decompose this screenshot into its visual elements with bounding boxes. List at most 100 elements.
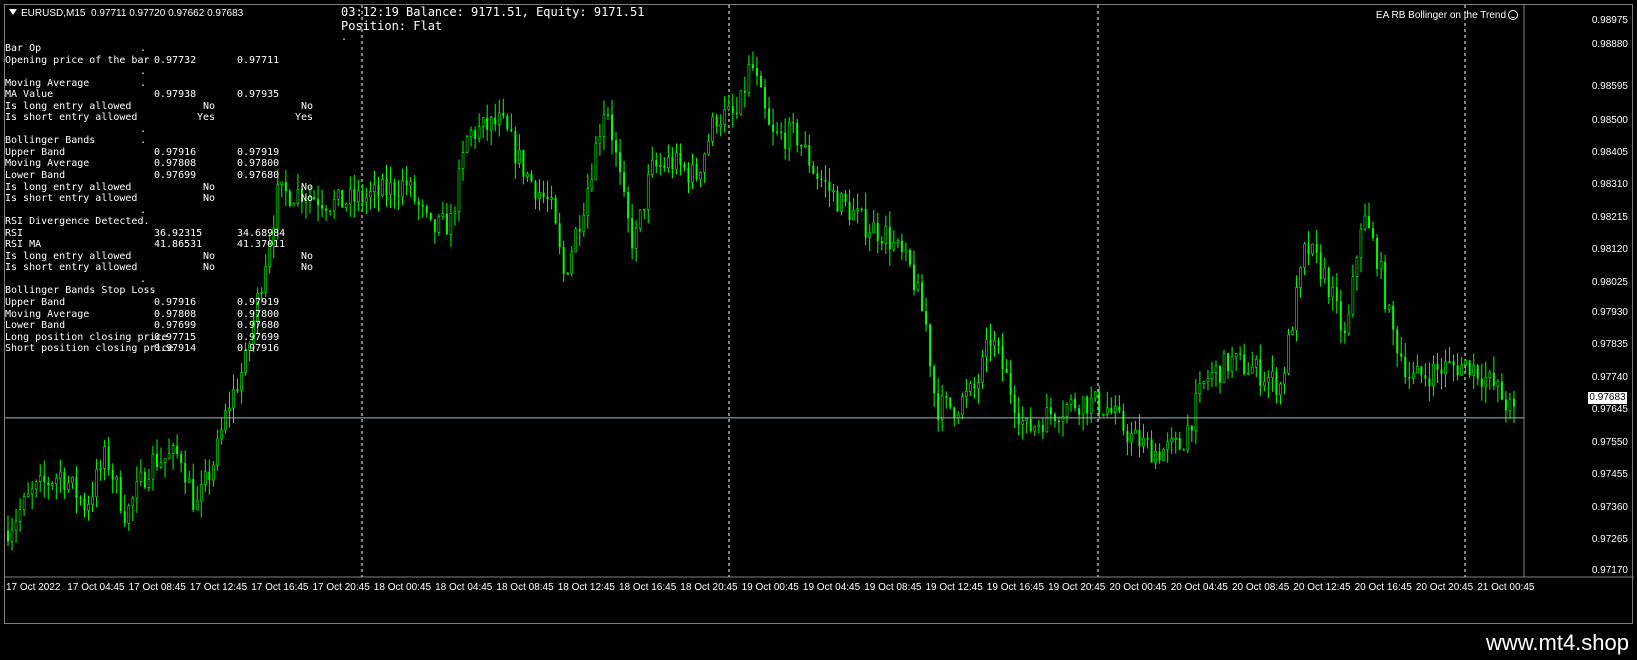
info-v2: 0.97800	[237, 158, 280, 170]
candle	[880, 236, 883, 251]
candle-body-bull	[38, 475, 42, 482]
info-label: Lower Band	[5, 320, 66, 332]
candle	[723, 96, 727, 133]
candle	[1291, 326, 1294, 336]
candle	[1468, 359, 1471, 379]
candle-body-bear	[808, 144, 811, 166]
candle-body-bull	[147, 478, 151, 488]
candle-body-bear	[751, 64, 754, 69]
candle-body-bull	[220, 429, 223, 440]
candle-body-bull	[87, 504, 90, 511]
candle	[780, 122, 783, 140]
candle	[1368, 202, 1371, 229]
candle	[1101, 413, 1105, 417]
candle	[848, 189, 851, 226]
info-label: Lower Band	[5, 170, 66, 182]
candle	[1259, 344, 1262, 396]
candle-body-bear	[615, 140, 618, 153]
dropdown-triangle-icon[interactable]	[9, 9, 17, 15]
candle-body-bull	[868, 232, 872, 238]
candle	[816, 166, 819, 190]
candle-body-bear	[611, 114, 613, 141]
candle	[477, 113, 481, 143]
candle-body-bull	[646, 174, 650, 210]
candle	[224, 403, 227, 434]
candle	[489, 115, 493, 146]
candle	[743, 76, 746, 108]
candle	[1186, 414, 1190, 454]
candle	[99, 460, 102, 481]
candle	[55, 473, 58, 500]
candle-body-bull	[856, 208, 859, 211]
candle-body-bear	[341, 190, 344, 208]
candle	[1078, 404, 1081, 426]
time-tick-label: 18 Oct 16:45	[619, 582, 677, 593]
candle-body-bull	[127, 505, 131, 524]
candle	[1452, 354, 1455, 382]
candle	[997, 337, 1000, 355]
expert-advisor-label[interactable]: EA RB Bollinger on the Trend	[1376, 10, 1518, 21]
candle	[925, 297, 928, 332]
candle-body-bull	[1347, 313, 1351, 334]
candle-body-bull	[1254, 359, 1258, 368]
info-label: Bar Op	[5, 43, 42, 54]
candle	[497, 99, 501, 137]
candle	[590, 163, 594, 193]
candle-body-bear	[7, 530, 9, 542]
ohlc-values: 0.97711 0.97720 0.97662 0.97683	[91, 8, 244, 19]
candle-body-bull	[896, 240, 900, 243]
info-v2: 0.97680	[237, 170, 280, 182]
candle-body-bear	[1452, 361, 1455, 366]
candle-body-bull	[602, 114, 606, 137]
candle	[38, 464, 42, 493]
candle	[977, 373, 980, 404]
candle-body-bull	[1061, 416, 1065, 423]
candle	[570, 246, 574, 277]
candle	[695, 157, 698, 182]
candle-body-bear	[1504, 399, 1507, 411]
candle-body-bull	[1174, 437, 1178, 440]
candle	[143, 467, 146, 489]
price-tick-label: 0.98310	[1591, 179, 1628, 190]
candle	[1118, 395, 1121, 414]
candle	[385, 164, 388, 207]
price-tick-label: 0.98975	[1591, 15, 1628, 26]
candle-body-bear	[1408, 377, 1411, 379]
candle-body-bear	[1013, 394, 1016, 413]
candle-body-bear	[937, 393, 940, 420]
chart-window[interactable]: EURUSD,M15 0.97711 0.97720 0.97662 0.976…	[4, 4, 1634, 624]
candle-body-bull	[642, 208, 646, 211]
candle	[619, 138, 622, 185]
candle	[1376, 234, 1379, 277]
candle	[1202, 380, 1206, 390]
candle-body-bull	[115, 476, 119, 481]
candle	[1400, 336, 1403, 362]
candle-body-bull	[59, 471, 62, 479]
candle	[1122, 403, 1125, 436]
candle	[832, 184, 835, 202]
info-label: Is short entry allowed	[5, 112, 138, 124]
time-tick-label: 20 Oct 08:45	[1232, 582, 1290, 593]
candle	[50, 481, 54, 491]
candle-body-bear	[1500, 381, 1503, 400]
price-tick-label: 0.98120	[1591, 244, 1628, 255]
candle-body-bull	[916, 282, 920, 291]
candle-body-bull	[981, 356, 984, 383]
candle-body-bull	[409, 181, 412, 186]
candle-body-bull	[570, 251, 574, 274]
candle-body-bull	[803, 144, 807, 147]
time-tick-label: 19 Oct 12:45	[925, 582, 983, 593]
candle-body-bear	[1138, 429, 1141, 447]
candle-body-bull	[357, 190, 360, 202]
candle-body-bear	[627, 191, 630, 219]
candle	[413, 175, 416, 205]
info-v1: No	[203, 250, 216, 262]
candle-body-bear	[695, 164, 698, 180]
candle-body-bear	[1428, 378, 1431, 387]
candle-body-bear	[111, 469, 114, 480]
candle-body-bear	[1372, 228, 1375, 239]
candle	[1214, 360, 1218, 387]
candle-body-bear	[860, 208, 863, 210]
candle-body-bear	[800, 145, 803, 147]
candle-body-bull	[667, 156, 670, 169]
